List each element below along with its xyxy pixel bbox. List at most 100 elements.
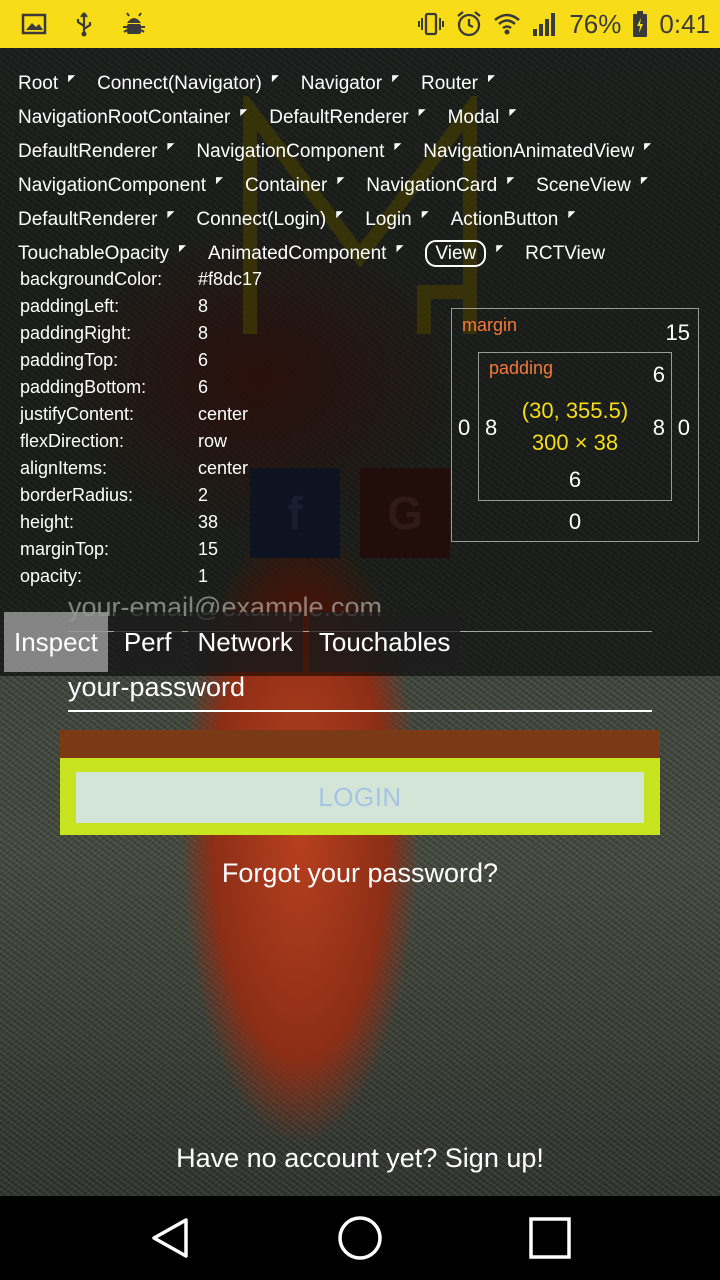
- breadcrumb-item[interactable]: NavigationRootContainer ◤: [18, 102, 247, 136]
- box-model-padding: padding 6 8 8 6 (30, 355.5) 300 × 38: [478, 352, 672, 501]
- breadcrumb-item-label: Router: [420, 73, 479, 94]
- style-property-key: borderRadius:: [20, 485, 134, 505]
- padding-bottom-value: 6: [568, 467, 582, 492]
- style-property-row: paddingBottom: 6: [20, 374, 262, 401]
- margin-bottom-value: 0: [568, 509, 582, 534]
- field-highlight-strip: [60, 730, 660, 760]
- login-button[interactable]: LOGIN: [76, 772, 644, 823]
- box-model-margin: margin 15 0 0 0 padding 6 8 8 6 (30, 355…: [451, 308, 699, 542]
- style-property-row: borderRadius: 2: [20, 482, 262, 509]
- tab-network[interactable]: Network: [187, 612, 303, 672]
- breadcrumb-separator-icon: ◤: [167, 141, 175, 151]
- style-properties-list: backgroundColor: #f8dc17 paddingLeft: 8 padd…: [20, 266, 262, 590]
- breadcrumb-separator-icon: ◤: [337, 175, 345, 185]
- usb-icon: [70, 10, 98, 38]
- signup-link[interactable]: Have no account yet? Sign up!: [0, 1143, 720, 1174]
- style-property-row: marginTop: 15: [20, 536, 262, 563]
- style-property-value: 38: [198, 512, 219, 532]
- style-property-row: backgroundColor: #f8dc17: [20, 266, 262, 293]
- breadcrumb-item[interactable]: NavigationComponent ◤: [18, 170, 223, 204]
- margin-right-value: 0: [677, 415, 690, 440]
- wifi-icon: [493, 10, 521, 38]
- style-property-value: #f8dc17: [198, 269, 263, 289]
- style-property-row: flexDirection: row: [20, 428, 262, 455]
- breadcrumb-separator-icon: ◤: [507, 175, 515, 185]
- style-property-key: marginTop:: [20, 539, 110, 559]
- password-field[interactable]: your-password: [68, 672, 652, 712]
- android-debug-icon: [120, 10, 148, 38]
- style-property-value: row: [198, 431, 228, 451]
- breadcrumb-item[interactable]: NavigationAnimatedView ◤: [423, 136, 651, 170]
- breadcrumb-item-label: DefaultRenderer: [18, 141, 158, 162]
- tab-inspect[interactable]: Inspect: [4, 612, 108, 672]
- breadcrumb-separator-icon: ◤: [496, 243, 504, 253]
- breadcrumb-separator-icon: ◤: [509, 107, 517, 117]
- breadcrumb-item-label: NavigationRootContainer: [18, 107, 231, 128]
- style-property-value: 2: [198, 485, 209, 505]
- breadcrumb-separator-icon: ◤: [640, 175, 648, 185]
- breadcrumb-item[interactable]: Navigator ◤: [301, 68, 399, 102]
- style-property-row: alignItems: center: [20, 455, 262, 482]
- battery-percent: 76%: [569, 8, 622, 39]
- breadcrumb-item[interactable]: NavigationCard ◤: [366, 170, 514, 204]
- tab-perf[interactable]: Perf: [113, 612, 182, 672]
- breadcrumb-item[interactable]: DefaultRenderer ◤: [18, 136, 174, 170]
- navigation-bar: [0, 1196, 720, 1280]
- breadcrumb-separator-icon: ◤: [336, 209, 344, 219]
- margin-top-value: 15: [665, 320, 690, 345]
- style-property-row: paddingLeft: 8: [20, 293, 262, 320]
- status-bar: 76% 0:41: [0, 0, 720, 48]
- breadcrumb-separator-icon: ◤: [394, 141, 402, 151]
- style-property-key: paddingTop:: [20, 350, 119, 370]
- style-property-value: 1: [198, 566, 209, 586]
- breadcrumb-item[interactable]: SceneView ◤: [536, 170, 648, 204]
- breadcrumb-separator-icon: ◤: [167, 209, 175, 219]
- breadcrumb-separator-icon: ◤: [240, 107, 248, 117]
- breadcrumb-item[interactable]: Modal ◤: [448, 102, 517, 136]
- breadcrumb-separator-icon: ◤: [644, 141, 652, 151]
- forgot-password-link[interactable]: Forgot your password?: [0, 858, 720, 889]
- breadcrumb-item-label: NavigationCard: [366, 175, 498, 196]
- vibrate-icon: [417, 10, 445, 38]
- style-property-value: 15: [198, 539, 219, 559]
- style-property-value: center: [198, 404, 249, 424]
- breadcrumb-item-label: Login: [365, 209, 412, 230]
- breadcrumb-separator-icon: ◤: [568, 209, 576, 219]
- breadcrumb-separator-icon: ◤: [271, 73, 279, 83]
- breadcrumb-item[interactable]: Container ◤: [245, 170, 344, 204]
- breadcrumb-item-label: Connect(Login): [196, 209, 327, 230]
- breadcrumb-item-label: NavigationComponent: [18, 175, 207, 196]
- breadcrumb-item[interactable]: RCTView: [525, 238, 605, 269]
- inspector-tabs: Inspect Perf Network Touchables: [4, 612, 466, 672]
- alarm-icon: [455, 10, 483, 38]
- breadcrumb-separator-icon: ◤: [179, 243, 186, 253]
- style-property-key: alignItems:: [20, 458, 108, 478]
- tab-touchables[interactable]: Touchables: [308, 612, 461, 672]
- back-icon[interactable]: [140, 1208, 200, 1268]
- breadcrumb-item[interactable]: Router ◤: [421, 68, 495, 102]
- breadcrumb-item-label: AnimatedComponent: [207, 243, 387, 264]
- style-property-row: paddingTop: 6: [20, 347, 262, 374]
- breadcrumb-separator-icon: ◤: [488, 73, 495, 83]
- breadcrumb-item[interactable]: NavigationComponent ◤: [196, 136, 401, 170]
- style-property-key: height:: [20, 512, 75, 532]
- breadcrumb-item-label: ActionButton: [450, 209, 559, 230]
- breadcrumb-separator-icon: ◤: [392, 73, 399, 83]
- home-icon[interactable]: [330, 1208, 390, 1268]
- breadcrumb-item-label: TouchableOpacity: [18, 243, 170, 264]
- breadcrumb-item[interactable]: DefaultRenderer ◤: [18, 204, 174, 238]
- style-property-key: paddingRight:: [20, 323, 132, 343]
- breadcrumb-item[interactable]: DefaultRenderer ◤: [269, 102, 425, 136]
- margin-left-value: 0: [458, 415, 471, 440]
- breadcrumb-item[interactable]: Root ◤: [18, 68, 75, 102]
- style-property-key: opacity:: [20, 566, 83, 586]
- recents-icon[interactable]: [520, 1208, 580, 1268]
- breadcrumb-item[interactable]: View ◤: [425, 238, 503, 272]
- breadcrumb-item[interactable]: ActionButton ◤: [451, 204, 576, 238]
- breadcrumb-item-label: DefaultRenderer: [18, 209, 158, 230]
- breadcrumb-item[interactable]: Connect(Login) ◤: [196, 204, 343, 238]
- breadcrumb-item-label: DefaultRenderer: [269, 107, 409, 128]
- padding-label: padding: [489, 358, 554, 378]
- breadcrumb-item[interactable]: Connect(Navigator) ◤: [97, 68, 279, 102]
- breadcrumb-item[interactable]: Login ◤: [365, 204, 428, 238]
